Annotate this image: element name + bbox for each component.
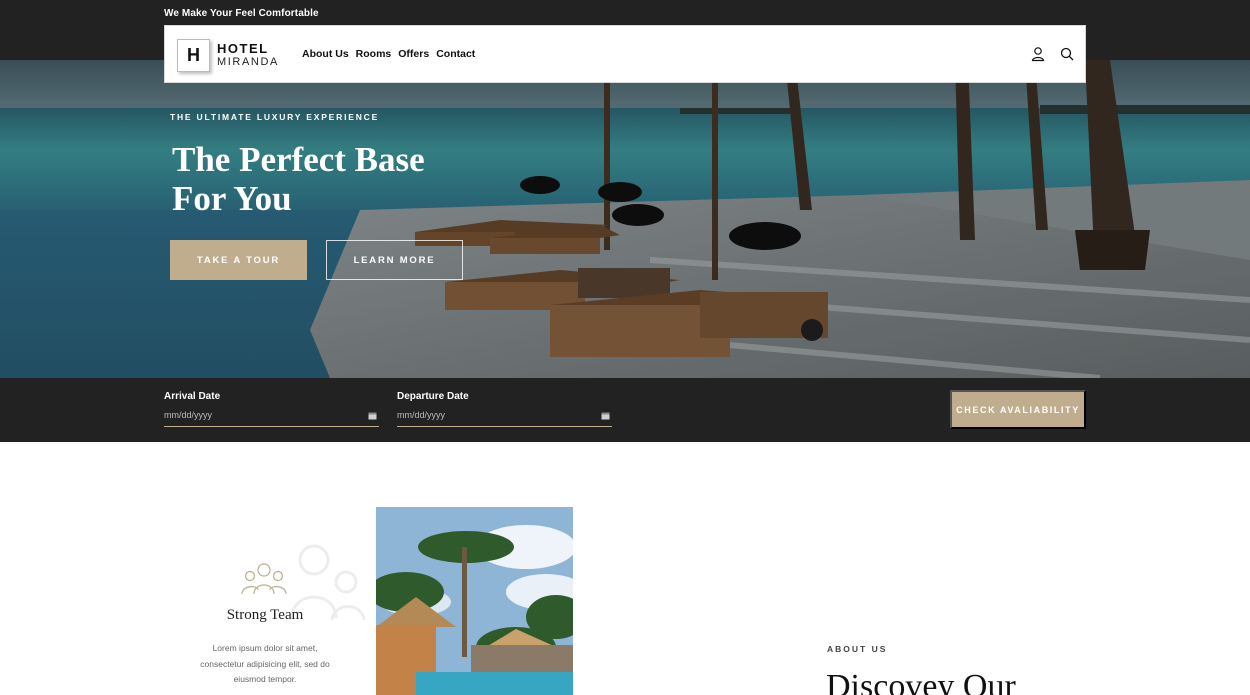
calendar-icon[interactable] bbox=[368, 411, 377, 420]
tagline: We Make Your Feel Comfortable bbox=[164, 8, 319, 19]
logo-text-miranda[interactable]: MIRANDA bbox=[217, 56, 279, 68]
nav-about-us[interactable]: About Us bbox=[302, 48, 349, 60]
departure-date-label: Departure Date bbox=[397, 391, 469, 402]
calendar-icon[interactable] bbox=[601, 411, 610, 420]
team-icon bbox=[241, 563, 287, 595]
logo-mark[interactable]: H bbox=[177, 39, 210, 72]
search-icon[interactable] bbox=[1059, 46, 1075, 62]
feature-title-strong-team: Strong Team bbox=[226, 607, 304, 623]
arrival-date-input[interactable]: mm/dd/yyyy bbox=[164, 406, 379, 427]
user-icon[interactable] bbox=[1030, 46, 1046, 62]
departure-date-input[interactable]: mm/dd/yyyy bbox=[397, 406, 612, 427]
site-header: H HOTEL MIRANDA About Us Rooms Offers Co… bbox=[164, 25, 1086, 83]
nav-contact[interactable]: Contact bbox=[436, 48, 475, 60]
hero-section: THE ULTIMATE LUXURY EXPERIENCE The Perfe… bbox=[0, 60, 1250, 378]
nav-rooms[interactable]: Rooms bbox=[356, 48, 392, 60]
feature-text-strong-team: Lorem ipsum dolor sit amet, consectetur … bbox=[200, 643, 330, 684]
departure-date-placeholder: mm/dd/yyyy bbox=[397, 410, 446, 420]
booking-bar: Arrival Date mm/dd/yyyy Departure Date m… bbox=[0, 378, 1250, 442]
check-availability-button[interactable]: CHECK AVALIABILITY bbox=[950, 390, 1086, 429]
about-us-label: ABOUT US bbox=[827, 644, 888, 654]
resort-photo-image bbox=[376, 507, 573, 695]
nav-offers[interactable]: Offers bbox=[398, 48, 429, 60]
hero-title: The Perfect Base For You bbox=[172, 140, 425, 218]
resort-photo bbox=[376, 507, 573, 695]
arrival-date-label: Arrival Date bbox=[164, 391, 221, 402]
hero-eyebrow: THE ULTIMATE LUXURY EXPERIENCE bbox=[170, 112, 380, 122]
main-nav: About Us Rooms Offers Contact bbox=[302, 48, 475, 60]
about-us-title: Discovey Our bbox=[826, 668, 1016, 695]
learn-more-button[interactable]: LEARN MORE bbox=[326, 240, 463, 280]
logo-text-hotel[interactable]: HOTEL bbox=[217, 41, 269, 56]
arrival-date-placeholder: mm/dd/yyyy bbox=[164, 410, 213, 420]
hero-background-image bbox=[0, 60, 1250, 378]
take-a-tour-button[interactable]: TAKE A TOUR bbox=[170, 240, 307, 280]
